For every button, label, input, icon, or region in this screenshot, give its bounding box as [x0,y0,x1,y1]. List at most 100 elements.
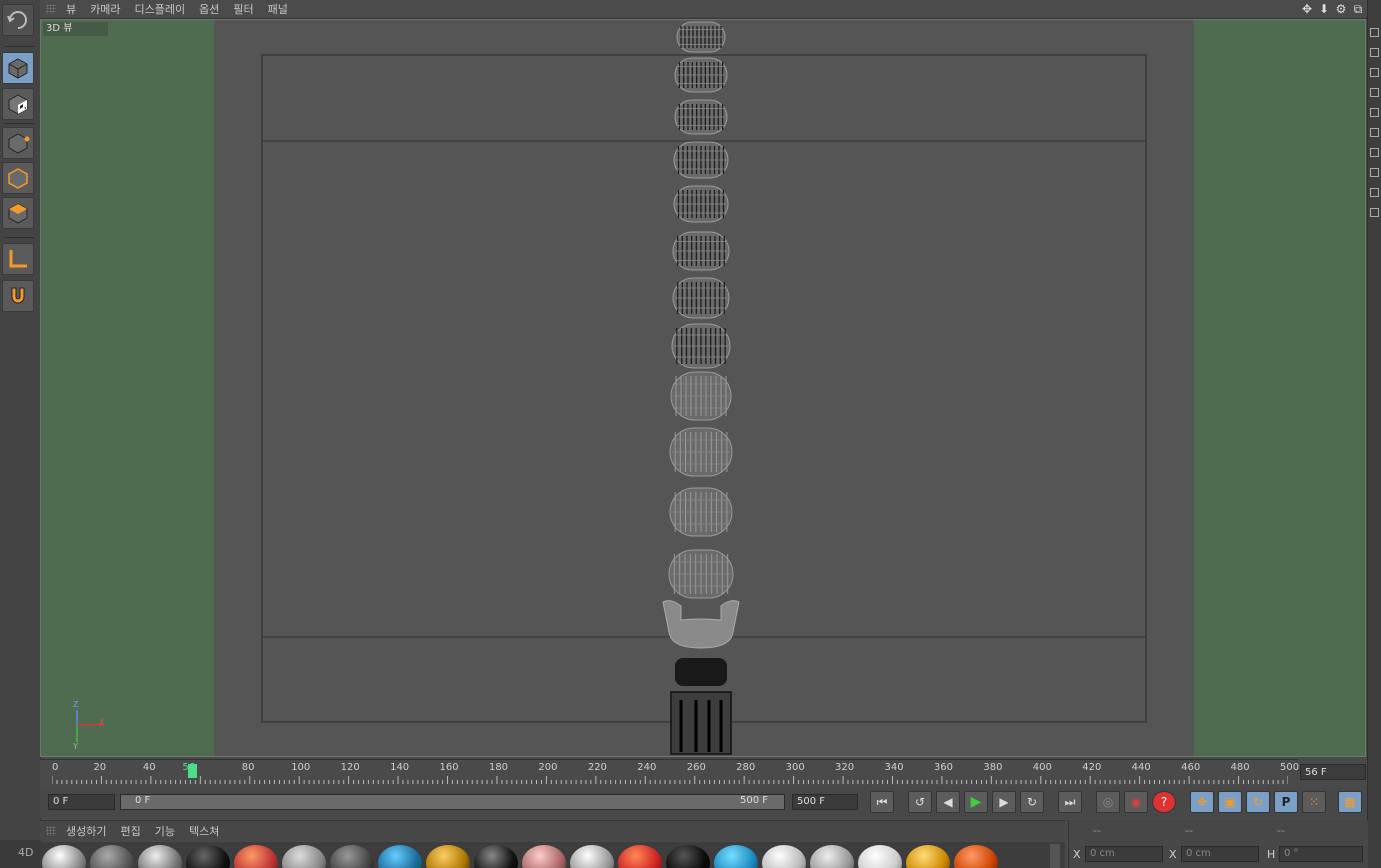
dock-icon[interactable] [1370,168,1379,177]
texture-mode-button[interactable] [2,88,34,120]
timeline-tick-label: 340 [884,762,904,773]
coord-h-label: H [1267,848,1276,861]
timeline-tick-label: 100 [291,762,311,773]
undo-icon[interactable] [2,4,34,36]
range-slider[interactable]: 0 F 500 F [120,794,785,810]
model-mode-button[interactable] [2,52,34,84]
rotate-view-icon[interactable]: ⚙ [1334,2,1348,16]
menu-filter[interactable]: 필터 [233,1,253,17]
timeline-tick-label: 480 [1230,762,1250,773]
timeline-tick-label: 460 [1181,762,1201,773]
material-scrollbar[interactable] [1050,844,1060,868]
end-frame-field[interactable]: 500 F [792,794,858,810]
timeline-tick-label: 260 [686,762,706,773]
menu-camera[interactable]: 카메라 [90,1,120,17]
menu-panel[interactable]: 패널 [268,1,288,17]
dock-icon[interactable] [1370,108,1379,117]
key-rotation-icon[interactable]: ↻ [1246,791,1270,813]
ring-stack [668,21,734,599]
ring-object [670,371,732,421]
rotation-h-field[interactable]: 0 ° [1279,846,1363,862]
material-swatch[interactable] [378,845,422,868]
material-strip [40,842,1065,868]
menu-options[interactable]: 옵션 [199,1,219,17]
polygons-mode-button[interactable] [2,197,34,229]
key-position-icon[interactable]: ✥ [1190,791,1214,813]
material-swatch[interactable] [474,845,518,868]
dock-icon[interactable] [1370,68,1379,77]
move-view-icon[interactable]: ✥ [1300,2,1314,16]
dock-icon[interactable] [1370,148,1379,157]
maximize-view-icon[interactable]: ⧉ [1351,2,1365,17]
timeline-tick-label: 200 [538,762,558,773]
key-parameter-icon[interactable]: P [1274,791,1298,813]
coord-header-position: -- [1093,824,1101,837]
snap-magnet-icon[interactable] [2,280,34,312]
axis-mode-icon[interactable] [2,243,34,275]
material-swatch[interactable] [810,845,854,868]
range-end-label: 500 F [739,795,768,806]
menu-edit[interactable]: 편집 [120,823,140,839]
material-swatch[interactable] [858,845,902,868]
menu-view[interactable]: 뷰 [66,1,76,17]
dock-icon[interactable] [1370,128,1379,137]
material-swatch[interactable] [42,845,86,868]
menu-function[interactable]: 기능 [155,823,175,839]
auto-key-icon[interactable]: ◉ [1124,791,1148,813]
material-swatch[interactable] [522,845,566,868]
dock-icon[interactable] [1370,48,1379,57]
menu-display[interactable]: 디스플레이 [135,1,186,17]
start-frame-field[interactable]: 0 F [48,794,115,810]
ring-object [672,277,730,319]
key-scale-icon[interactable]: ▣ [1218,791,1242,813]
dock-icon[interactable] [1370,208,1379,217]
left-toolbar [0,0,41,868]
material-swatch[interactable] [906,845,950,868]
help-icon[interactable]: ? [1152,791,1176,813]
timeline-tick-label: 300 [785,762,805,773]
material-swatch[interactable] [330,845,374,868]
ring-object [669,487,733,537]
go-to-end-icon[interactable]: ⏭ [1058,791,1082,813]
material-swatch[interactable] [426,845,470,868]
ring-object [673,141,729,179]
step-back-icon[interactable]: ◀ [936,791,960,813]
material-swatch[interactable] [570,845,614,868]
material-swatch[interactable] [138,845,182,868]
loop-forward-icon[interactable]: ↻ [1020,791,1044,813]
claw-object [662,600,740,649]
play-icon[interactable]: ▶ [964,791,988,813]
step-forward-icon[interactable]: ▶ [992,791,1016,813]
dock-icon[interactable] [1370,28,1379,37]
material-swatch[interactable] [234,845,278,868]
zoom-view-icon[interactable]: ⬇ [1317,2,1331,16]
menu-texture[interactable]: 텍스쳐 [189,823,219,839]
key-points-icon[interactable]: ⁙ [1302,791,1326,813]
current-frame-field[interactable]: 56 F [1300,764,1366,780]
menu-create[interactable]: 생성하기 [66,823,106,839]
points-mode-button[interactable] [2,127,34,159]
material-swatch[interactable] [714,845,758,868]
material-swatch[interactable] [618,845,662,868]
material-swatch[interactable] [954,845,998,868]
material-swatch[interactable] [282,845,326,868]
material-swatch[interactable] [90,845,134,868]
timeline-icon[interactable]: ▦ [1338,791,1362,813]
position-x-field[interactable]: 0 cm [1085,846,1163,862]
dock-icon[interactable] [1370,88,1379,97]
timeline-tick-label: 240 [637,762,657,773]
go-to-start-icon[interactable]: ⏮ [870,791,894,813]
material-swatch[interactable] [186,845,230,868]
edges-mode-button[interactable] [2,162,34,194]
timeline-ruler[interactable]: 0204056801001201401601802002202402602803… [40,759,1300,786]
dock-icon[interactable] [1370,188,1379,197]
material-swatch[interactable] [762,845,806,868]
timeline-tick-label: 500 [1280,762,1300,773]
coord-x-label: X [1073,848,1081,861]
record-keys-icon[interactable]: ◎ [1096,791,1120,813]
timeline-tick-label: 40 [142,762,156,773]
loop-back-icon[interactable]: ↺ [908,791,932,813]
material-swatch[interactable] [666,845,710,868]
viewport-3d[interactable]: 3D 뷰 Z X Y [40,19,1366,757]
size-x-field[interactable]: 0 cm [1181,846,1259,862]
